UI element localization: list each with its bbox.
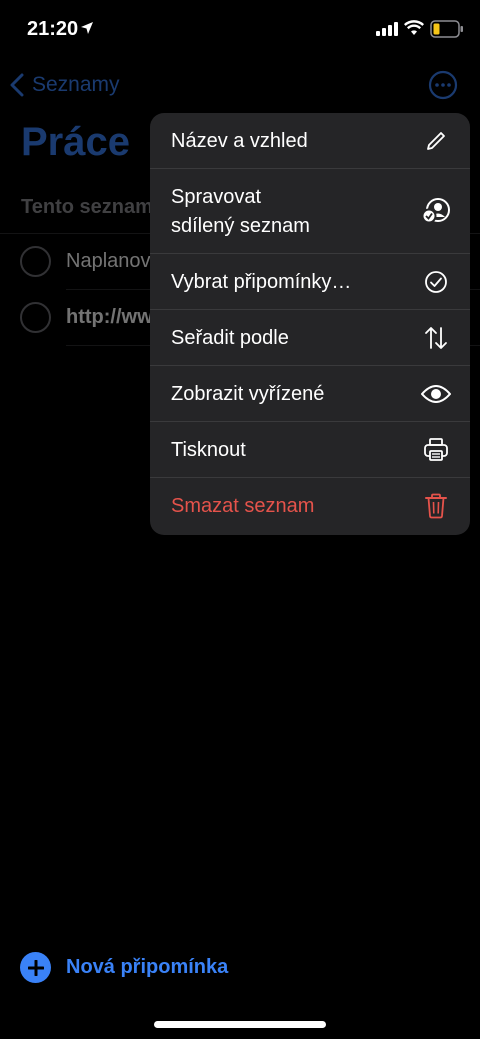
checkmark-circle-icon	[420, 266, 452, 298]
new-reminder-button[interactable]: Nová připomínka	[20, 952, 228, 983]
location-arrow-icon	[81, 22, 93, 34]
menu-item-print[interactable]: Tisknout	[150, 422, 470, 478]
menu-item-delete-list[interactable]: Smazat seznam	[150, 478, 470, 535]
list-item-text: Naplanov	[66, 250, 151, 272]
cellular-signal-icon	[376, 22, 398, 36]
completion-circle[interactable]	[20, 302, 51, 333]
menu-item-manage-shared-list[interactable]: Spravovat sdílený seznam	[150, 169, 470, 254]
list-item-text: http://ww	[66, 306, 153, 328]
section-header: Tento seznam	[21, 196, 153, 218]
back-button[interactable]: Seznamy	[10, 68, 120, 102]
menu-item-show-completed[interactable]: Zobrazit vyřízené	[150, 366, 470, 422]
new-reminder-label: Nová připomínka	[66, 956, 229, 978]
menu-item-label: Vybrat připomínky…	[171, 271, 352, 293]
menu-item-label-line2: sdílený seznam	[171, 215, 310, 237]
menu-item-label: Seřadit podle	[171, 327, 289, 349]
more-button[interactable]	[428, 70, 458, 100]
plus-icon	[20, 952, 51, 983]
battery-icon	[430, 20, 463, 38]
menu-item-label: Název a vzhled	[171, 130, 308, 152]
trash-icon	[420, 490, 452, 522]
wifi-icon	[404, 20, 424, 35]
status-bar: 21:20	[0, 0, 480, 58]
menu-item-select-reminders[interactable]: Vybrat připomínky…	[150, 254, 470, 310]
ellipsis-circle-icon	[428, 70, 458, 100]
printer-icon	[420, 434, 452, 466]
menu-item-label: Zobrazit vyřízené	[171, 383, 325, 405]
home-indicator	[154, 1021, 326, 1028]
status-time: 21:20	[27, 18, 79, 40]
chevron-left-icon	[10, 73, 24, 97]
menu-item-name-appearance[interactable]: Název a vzhled	[150, 113, 470, 169]
context-menu: Název a vzhled Spravovat sdílený seznam …	[150, 113, 470, 535]
sort-arrows-icon	[420, 322, 452, 354]
shared-people-icon	[420, 195, 452, 227]
page-title: Práce	[21, 120, 130, 164]
back-label: Seznamy	[32, 73, 120, 96]
eye-icon	[420, 378, 452, 410]
menu-item-label-line1: Spravovat	[171, 186, 262, 208]
menu-item-sort-by[interactable]: Seřadit podle	[150, 310, 470, 366]
pencil-icon	[420, 125, 452, 157]
completion-circle[interactable]	[20, 246, 51, 277]
menu-item-label: Smazat seznam	[171, 495, 315, 517]
menu-item-label: Tisknout	[171, 439, 246, 461]
